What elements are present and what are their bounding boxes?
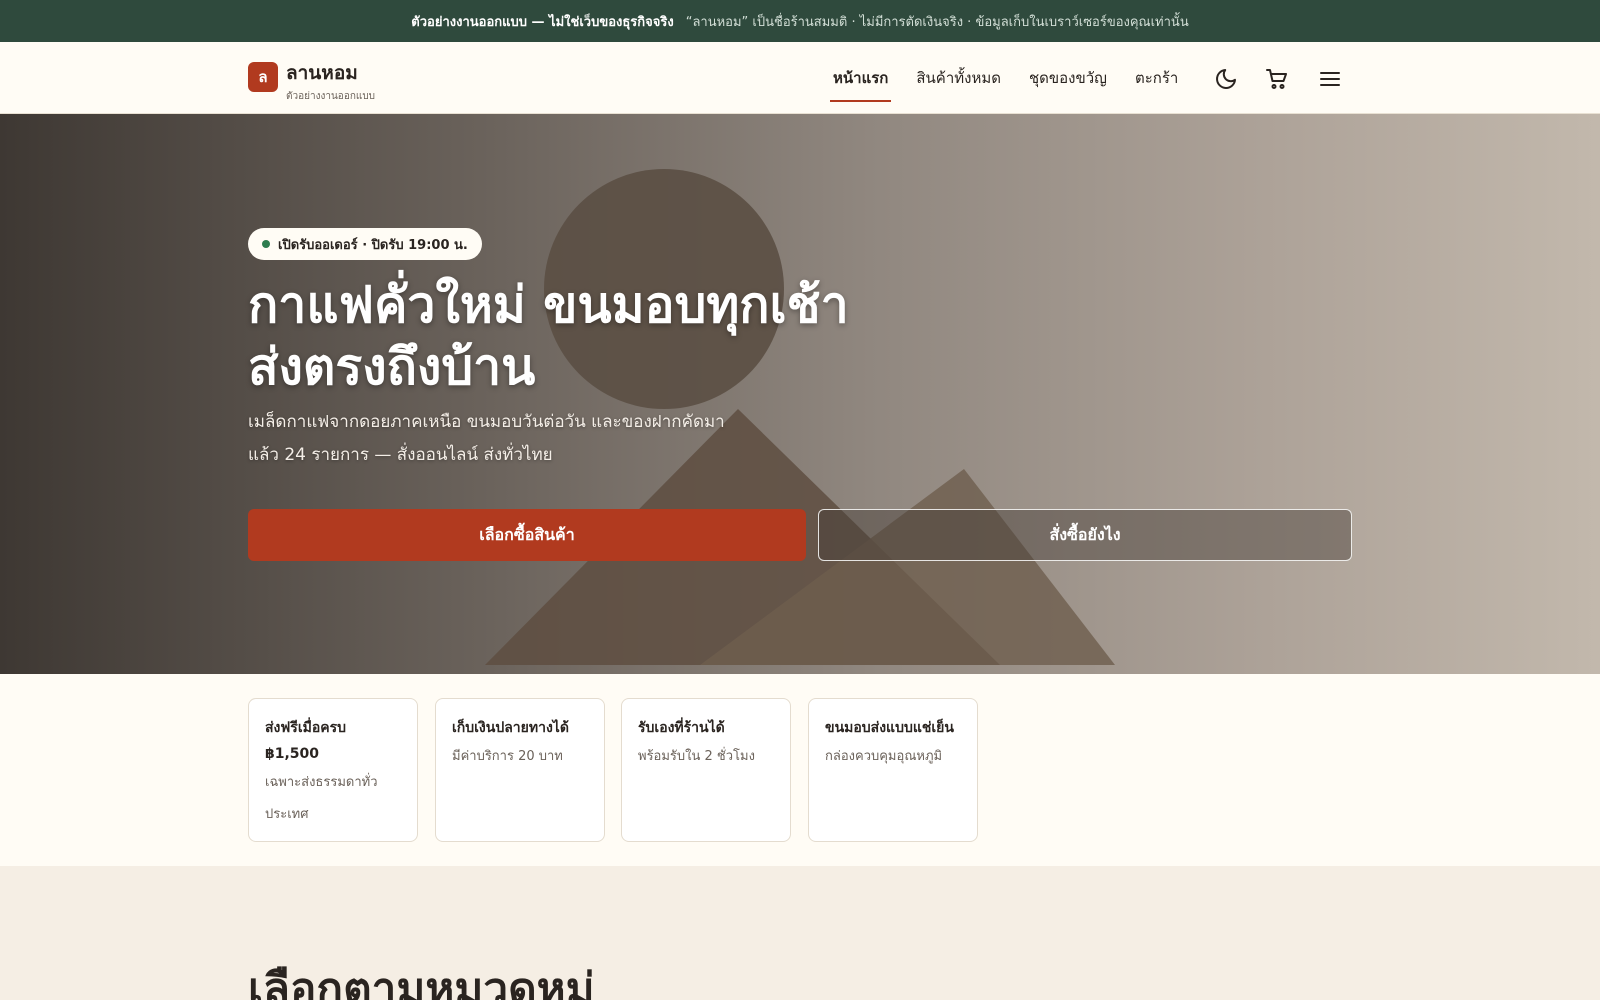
categories-title: เลือกตามหมวดหมู่ [248, 964, 595, 1000]
feature-title: รับเองที่ร้านได้ [638, 720, 725, 736]
categories-section: เลือกตามหมวดหมู่ [0, 866, 1600, 1000]
status-dot [262, 240, 270, 248]
order-status-text: เปิดรับออเดอร์ · ปิดรับ 19:00 น. [278, 237, 468, 253]
order-status-badge: เปิดรับออเดอร์ · ปิดรับ 19:00 น. [248, 228, 482, 260]
feature-desc-line-2: ประเทศ [265, 807, 309, 822]
announcement-strong: ตัวอย่างงานออกแบบ — ไม่ใช่เว็บของธุรกิจจ… [411, 14, 674, 30]
feature-desc: กล่องควบคุมอุณหภูมิ [825, 749, 943, 764]
hero-subtitle-line-2: แล้ว 24 รายการ — สั่งออนไลน์ ส่งทั่วไทย [248, 445, 553, 465]
nav-all-products[interactable]: สินค้าทั้งหมด [913, 42, 1004, 114]
feature-desc: มีค่าบริการ 20 บาท [452, 749, 563, 764]
feature-title: เก็บเงินปลายทางได้ [452, 720, 569, 736]
feature-title: ส่งฟรีเมื่อครบ [265, 720, 347, 736]
feature-desc: พร้อมรับใน 2 ชั่วโมง [638, 749, 755, 764]
menu-icon[interactable] [1317, 66, 1343, 92]
logo-name[interactable]: ลานหอม [286, 58, 358, 88]
hero-title: กาแฟคั่วใหม่ ขนมอบทุกเช้า ส่งตรงถึงบ้าน [248, 274, 968, 398]
nav-home[interactable]: หน้าแรก [830, 42, 892, 114]
cart-icon[interactable] [1264, 66, 1290, 92]
announcement-bar: ตัวอย่างงานออกแบบ — ไม่ใช่เว็บของธุรกิจจ… [0, 0, 1600, 42]
hero-title-line-1: กาแฟคั่วใหม่ ขนมอบทุกเช้า [248, 275, 849, 334]
feature-card-pickup: รับเองที่ร้านได้ พร้อมรับใน 2 ชั่วโมง [621, 698, 791, 842]
feature-title: ขนมอบส่งแบบแช่เย็น [825, 720, 954, 736]
feature-desc: เฉพาะส่งธรรมดาทั่ว ประเทศ [265, 767, 401, 831]
hero-section: เปิดรับออเดอร์ · ปิดรับ 19:00 น. กาแฟคั่… [0, 114, 1600, 674]
logo-mark[interactable]: ล [248, 62, 278, 92]
feature-title-amount: ฿1,500 [265, 746, 320, 762]
how-to-order-button[interactable]: สั่งซื้อยังไง [818, 509, 1352, 561]
site-header: ล ลานหอม ตัวอย่างงานออกแบบ หน้าแรก สินค้… [0, 42, 1600, 114]
feature-card-chilled: ขนมอบส่งแบบแช่เย็น กล่องควบคุมอุณหภูมิ [808, 698, 978, 842]
nav-cart[interactable]: ตะกร้า [1132, 42, 1181, 114]
announcement-note: “ลานหอม” เป็นชื่อร้านสมมติ · ไม่มีการตัด… [685, 14, 1189, 30]
logo-tagline: ตัวอย่างงานออกแบบ [286, 91, 376, 102]
feature-card-cod: เก็บเงินปลายทางได้ มีค่าบริการ 20 บาท [435, 698, 605, 842]
hero-subtitle: เมล็ดกาแฟจากดอยภาคเหนือ ขนมอบวันต่อวัน แ… [248, 406, 748, 472]
shop-now-button[interactable]: เลือกซื้อสินค้า [248, 509, 806, 561]
moon-icon[interactable] [1213, 66, 1239, 92]
feature-card-free-shipping: ส่งฟรีเมื่อครบ ฿1,500 เฉพาะส่งธรรมดาทั่ว… [248, 698, 418, 842]
hero-title-line-2: ส่งตรงถึงบ้าน [248, 337, 536, 396]
feature-desc-line-1: เฉพาะส่งธรรมดาทั่ว [265, 775, 378, 790]
main-nav: หน้าแรก สินค้าทั้งหมด ชุดของขวัญ ตะกร้า [830, 42, 1181, 114]
hero-subtitle-line-1: เมล็ดกาแฟจากดอยภาคเหนือ ขนมอบวันต่อวัน แ… [248, 412, 725, 432]
nav-gift-sets[interactable]: ชุดของขวัญ [1026, 42, 1110, 114]
features-strip: ส่งฟรีเมื่อครบ ฿1,500 เฉพาะส่งธรรมดาทั่ว… [0, 674, 1600, 866]
